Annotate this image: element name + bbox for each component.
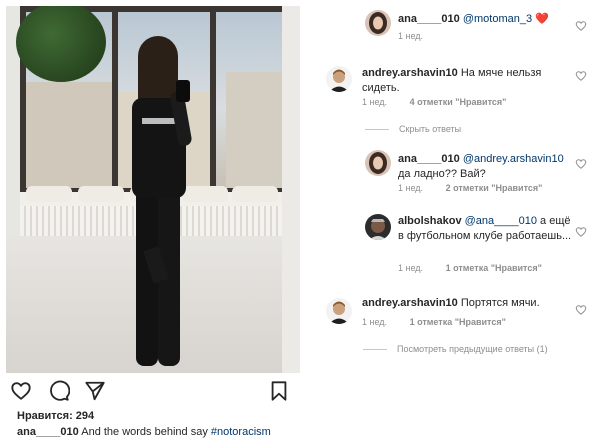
share-icon[interactable]: [84, 380, 106, 402]
comment-mention[interactable]: @andrey.arshavin10: [463, 153, 564, 165]
avatar-image: [365, 150, 391, 176]
comment-time[interactable]: 1 нед.: [362, 97, 387, 107]
avatar[interactable]: [365, 150, 391, 176]
comment-body: ana____010 @motoman_3 ❤️: [398, 12, 549, 27]
comment-heart-icon[interactable]: [575, 304, 587, 316]
photo-building: [26, 82, 112, 188]
comment-username[interactable]: ana____010: [398, 13, 460, 25]
avatar[interactable]: [365, 214, 391, 240]
comment-time[interactable]: 1 нед.: [398, 263, 423, 273]
photo-pillow: [232, 186, 278, 202]
photo-phone: [176, 80, 190, 102]
comment-likes[interactable]: 2 отметки "Нравится": [446, 183, 543, 193]
comment-heart-icon[interactable]: [575, 226, 587, 238]
avatar-image: [365, 214, 391, 240]
avatar[interactable]: [326, 66, 352, 92]
comment-meta: 1 нед.: [398, 31, 423, 41]
bookmark-icon[interactable]: [268, 380, 290, 402]
comment-meta: 1 нед. 1 отметка "Нравится": [362, 317, 506, 327]
comment-heart-icon[interactable]: [575, 158, 587, 170]
comment-text: да ладно?? Вай?: [398, 168, 486, 180]
avatar-image: [326, 66, 352, 92]
avatar[interactable]: [365, 10, 391, 36]
comment-likes[interactable]: 4 отметки "Нравится": [410, 97, 507, 107]
comment-body: albolshakov @ana____010 а ещё в футбольн…: [398, 214, 573, 244]
comment-body: andrey.arshavin10 Портятся мячи.: [362, 296, 540, 311]
comment-meta: 1 нед. 2 отметки "Нравится": [398, 183, 542, 193]
comment-username[interactable]: andrey.arshavin10: [362, 67, 458, 79]
comment-likes[interactable]: 1 отметка "Нравится": [410, 317, 506, 327]
comment-mention[interactable]: @ana____010: [465, 215, 537, 227]
photo-building: [226, 72, 286, 188]
thread-dash: [363, 349, 387, 351]
comment-body: andrey.arshavin10 На мяче нельзя сидеть.: [362, 66, 562, 96]
post-action-bar: [10, 380, 290, 404]
photo-pillow: [26, 186, 72, 202]
likes-count[interactable]: Нравится: 294: [17, 410, 94, 422]
photo-person: [114, 36, 204, 373]
post-caption: ana____010 And the words behind say #not…: [17, 426, 271, 438]
photo-window-pane: [16, 6, 112, 188]
heart-icon[interactable]: [10, 380, 32, 402]
comment-meta: 1 нед. 4 отметки "Нравится": [362, 97, 506, 107]
comment-time[interactable]: 1 нед.: [398, 183, 423, 193]
comment-likes[interactable]: 1 отметка "Нравится": [446, 263, 542, 273]
caption-text: And the words behind say: [81, 426, 208, 438]
avatar-image: [365, 10, 391, 36]
caption-hashtag[interactable]: #notoracism: [211, 426, 271, 438]
view-previous-replies-label: Посмотреть предыдущие ответы (1): [397, 344, 548, 354]
comment-heart-icon[interactable]: [575, 20, 587, 32]
comment-username[interactable]: andrey.arshavin10: [362, 297, 458, 309]
hide-replies-link[interactable]: Скрыть ответы: [365, 124, 461, 134]
thread-dash: [365, 129, 389, 131]
comment-icon[interactable]: [48, 380, 70, 402]
hide-replies-label: Скрыть ответы: [399, 124, 462, 134]
comment-mention[interactable]: @motoman_3: [463, 13, 532, 25]
avatar[interactable]: [326, 298, 352, 324]
comment-heart-icon[interactable]: [575, 70, 587, 82]
comment-time[interactable]: 1 нед.: [398, 31, 423, 41]
photo-tree: [16, 6, 106, 82]
comment-username[interactable]: albolshakov: [398, 215, 462, 227]
post-photo[interactable]: 欢 迎: [6, 6, 300, 373]
comment-text: Портятся мячи.: [460, 297, 540, 309]
view-previous-replies-link[interactable]: Посмотреть предыдущие ответы (1): [363, 344, 548, 354]
comment-meta: 1 нед. 1 отметка "Нравится": [398, 263, 542, 273]
comment-body: ana____010 @andrey.arshavin10 да ладно??…: [398, 152, 578, 182]
comment-username[interactable]: ana____010: [398, 153, 460, 165]
heart-emoji: ❤️: [535, 13, 549, 25]
caption-username[interactable]: ana____010: [17, 426, 79, 438]
photo-window-pane: [216, 12, 286, 188]
avatar-image: [326, 298, 352, 324]
comment-time[interactable]: 1 нед.: [362, 317, 387, 327]
photo-wall: [282, 6, 300, 373]
photo-shirt-print: [142, 118, 176, 124]
